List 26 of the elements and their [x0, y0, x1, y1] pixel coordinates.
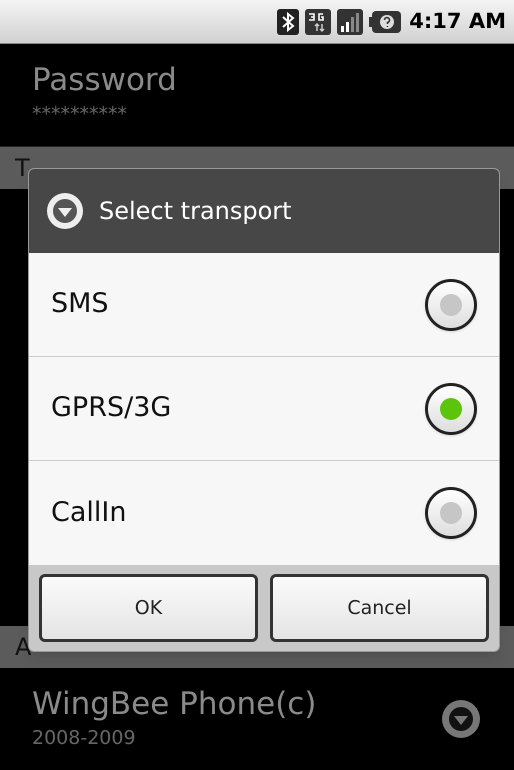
option-label: SMS	[51, 287, 109, 322]
section-header-text: T	[15, 153, 30, 184]
item-title: WingBee Phone(c)	[32, 685, 316, 724]
section-header-text: A	[15, 632, 32, 663]
dialog-button[interactable]: Cancel	[270, 574, 489, 642]
signal-icon	[337, 8, 364, 34]
item-summary: **********	[32, 102, 128, 128]
radio-button[interactable]	[425, 278, 477, 330]
item-summary: 2008-2009	[32, 726, 137, 752]
option-label: CallIn	[51, 496, 126, 530]
dropdown-circle-icon	[45, 191, 85, 231]
dialog-button[interactable]: OK	[39, 574, 258, 642]
transport-option[interactable]: CallIn	[29, 461, 499, 565]
3g-data-icon	[305, 8, 332, 34]
radio-button[interactable]	[425, 487, 477, 539]
clock-time: 4:17 AM	[409, 8, 506, 35]
transport-option[interactable]: SMS	[29, 253, 499, 357]
radio-button[interactable]	[425, 382, 477, 434]
option-label: GPRS/3G	[51, 391, 172, 426]
transport-option[interactable]: GPRS/3G	[29, 357, 499, 461]
settings-item[interactable]: WingBee Phone(c) 2008-2009	[0, 668, 514, 770]
dropdown-circle-icon[interactable]	[440, 698, 482, 740]
bluetooth-icon	[277, 8, 300, 34]
item-title: Password	[32, 61, 177, 100]
dialog-title: Select transport	[99, 196, 292, 227]
battery-unknown-icon	[369, 10, 402, 32]
